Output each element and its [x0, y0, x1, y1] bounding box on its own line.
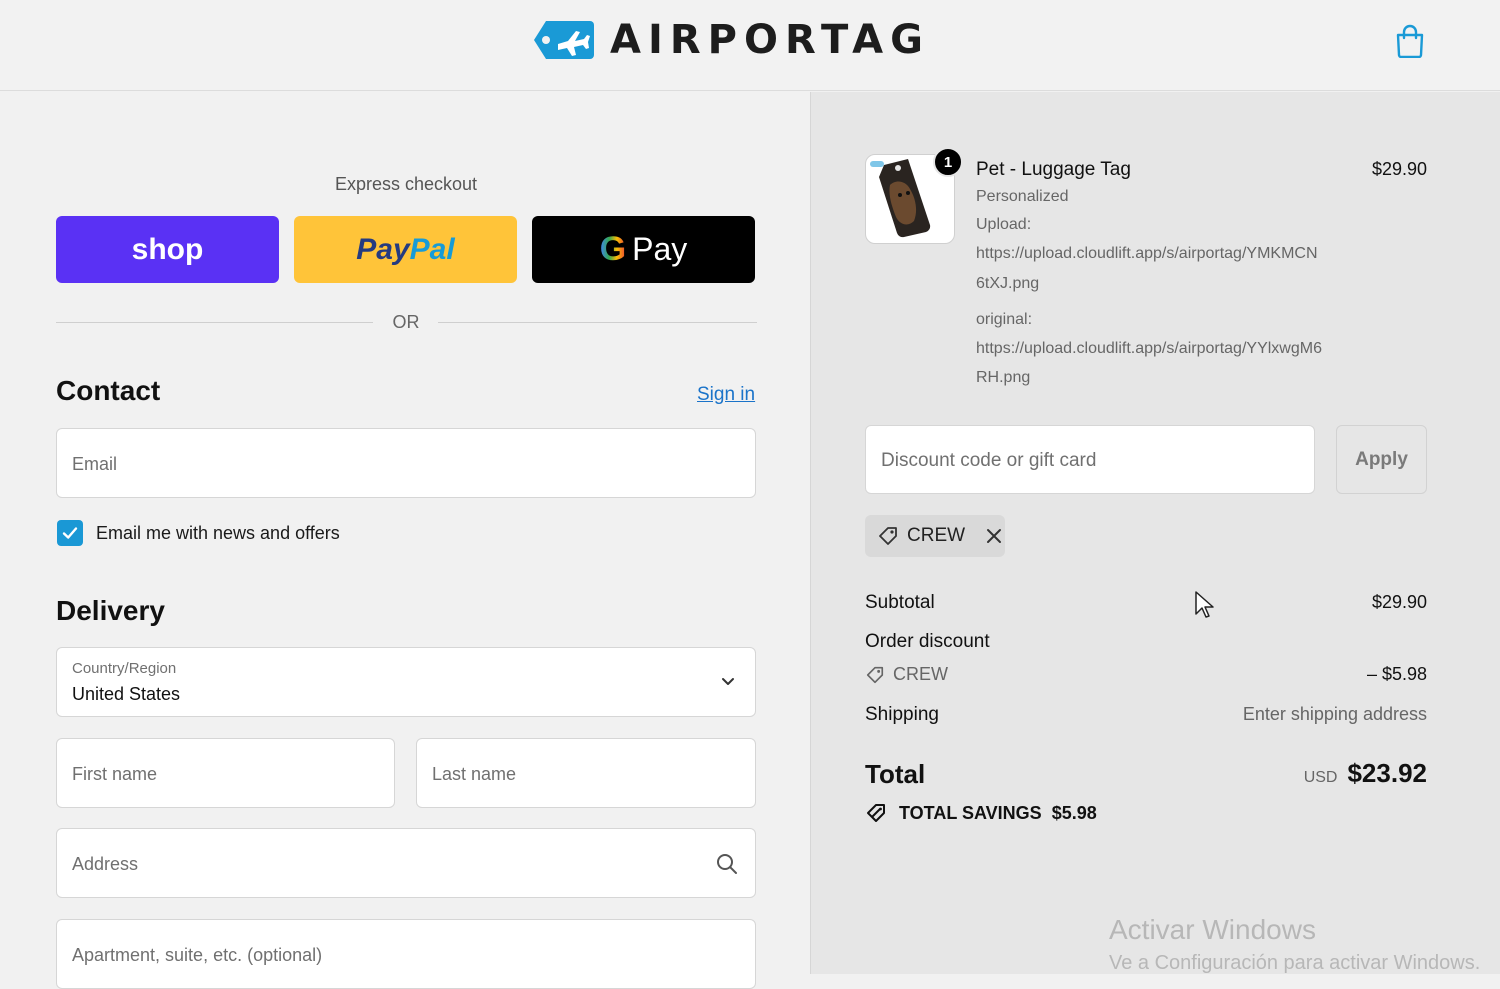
discount-code-field[interactable]: Discount code or gift card	[865, 425, 1315, 494]
subtotal-label: Subtotal	[865, 592, 935, 613]
google-g-icon: G	[599, 230, 627, 268]
total-amount: $23.92	[1347, 758, 1427, 788]
express-checkout-title: Express checkout	[334, 174, 478, 194]
email-placeholder: Email	[72, 454, 118, 474]
product-price: $29.90	[1371, 159, 1427, 179]
tag-icon	[879, 527, 897, 545]
watermark-line-2: Ve a Configuración para activar Windows.	[1109, 952, 1481, 974]
divider-line-left	[56, 322, 373, 323]
upload-label: Upload:	[976, 216, 1032, 233]
last-name-field[interactable]: Last name	[416, 738, 756, 808]
order-discount-value: – $5.98	[1366, 664, 1427, 684]
brand-logo[interactable]: AIRPORTAG	[532, 17, 930, 63]
country-label: Country/Region	[72, 660, 177, 677]
order-discount-label: Order discount	[865, 631, 990, 652]
tag-icon	[866, 666, 884, 683]
upload-url-line-1: https://upload.cloudlift.app/s/airportag…	[976, 245, 1318, 262]
checkout-form: Express checkout shop Pay Pal G Pay OR Co…	[0, 92, 810, 989]
quantity-badge: 1	[933, 147, 963, 177]
original-label: original:	[976, 311, 1033, 328]
applied-discount-chip: CREW	[865, 515, 1005, 557]
order-discount-code: CREW	[865, 664, 948, 685]
total-value: USD $23.92	[1304, 758, 1427, 789]
email-field[interactable]: Email	[56, 428, 756, 498]
product-variant: Personalized	[976, 188, 1069, 205]
applied-discount-code: CREW	[907, 525, 966, 546]
airplane-tag-logo-icon	[534, 21, 594, 59]
windows-activation-watermark: Activar Windows Ve a Configuración para …	[1109, 914, 1480, 975]
chevron-down-icon	[722, 678, 734, 685]
order-summary: 1 Pet - Luggage Tag $29.90 Personalized …	[810, 92, 1500, 974]
total-savings-value: $5.98	[1051, 802, 1097, 823]
upload-url-line-2: 6tXJ.png	[976, 275, 1040, 292]
google-pay-button[interactable]: G Pay	[532, 216, 755, 283]
google-pay-label: Pay	[632, 231, 688, 267]
or-divider: OR	[56, 312, 757, 334]
last-name-placeholder: Last name	[432, 764, 517, 784]
savings-tag-icon	[867, 804, 885, 822]
shopping-bag-icon[interactable]	[1394, 24, 1426, 58]
delivery-title: Delivery	[56, 595, 165, 626]
address-field[interactable]: Address	[56, 828, 756, 898]
paypal-label-pal: Pal	[409, 232, 455, 266]
shop-pay-button[interactable]: shop	[56, 216, 279, 283]
shipping-label: Shipping	[865, 704, 939, 725]
brand-name: AIRPORTAG	[610, 17, 930, 63]
product-name: Pet - Luggage Tag	[976, 159, 1131, 180]
paypal-label-pay: Pay	[356, 232, 410, 266]
country-select[interactable]: Country/Region United States	[56, 647, 756, 717]
apply-discount-button[interactable]: Apply	[1336, 425, 1427, 494]
paypal-button[interactable]: Pay Pal	[294, 216, 517, 283]
total-currency: USD	[1303, 769, 1338, 786]
divider-line-right	[438, 322, 757, 323]
first-name-field[interactable]: First name	[56, 738, 395, 808]
header: AIRPORTAG	[0, 0, 1500, 91]
newsletter-label: Email me with news and offers	[96, 522, 340, 543]
shipping-value: Enter shipping address	[1242, 704, 1427, 724]
apartment-field[interactable]: Apartment, suite, etc. (optional)	[56, 919, 756, 989]
apartment-placeholder: Apartment, suite, etc. (optional)	[72, 945, 323, 965]
original-url-line-2: RH.png	[976, 369, 1031, 386]
checkmark-icon	[62, 527, 78, 539]
newsletter-option: Email me with news and offers	[57, 520, 340, 546]
total-savings: TOTAL SAVINGS $5.98	[865, 801, 1097, 825]
original-url-line-1: https://upload.cloudlift.app/s/airportag…	[976, 340, 1322, 357]
sign-in-link[interactable]: Sign in	[697, 384, 755, 406]
remove-discount-close-icon[interactable]	[985, 527, 1003, 545]
address-placeholder: Address	[72, 854, 139, 874]
discount-code-placeholder: Discount code or gift card	[881, 450, 1097, 471]
first-name-placeholder: First name	[72, 764, 158, 784]
shop-pay-label: shop	[131, 232, 204, 266]
country-value: United States	[72, 684, 181, 704]
total-savings-label: TOTAL SAVINGS	[899, 802, 1042, 823]
order-discount-code-label: CREW	[893, 664, 948, 684]
search-icon[interactable]	[716, 853, 738, 875]
total-label: Total	[865, 759, 926, 789]
or-text: OR	[392, 312, 420, 332]
newsletter-checkbox[interactable]	[57, 520, 83, 546]
watermark-line-1: Activar Windows	[1109, 914, 1316, 945]
subtotal-value: $29.90	[1371, 592, 1427, 612]
mouse-cursor-icon	[1195, 591, 1214, 618]
contact-title: Contact	[56, 375, 161, 406]
